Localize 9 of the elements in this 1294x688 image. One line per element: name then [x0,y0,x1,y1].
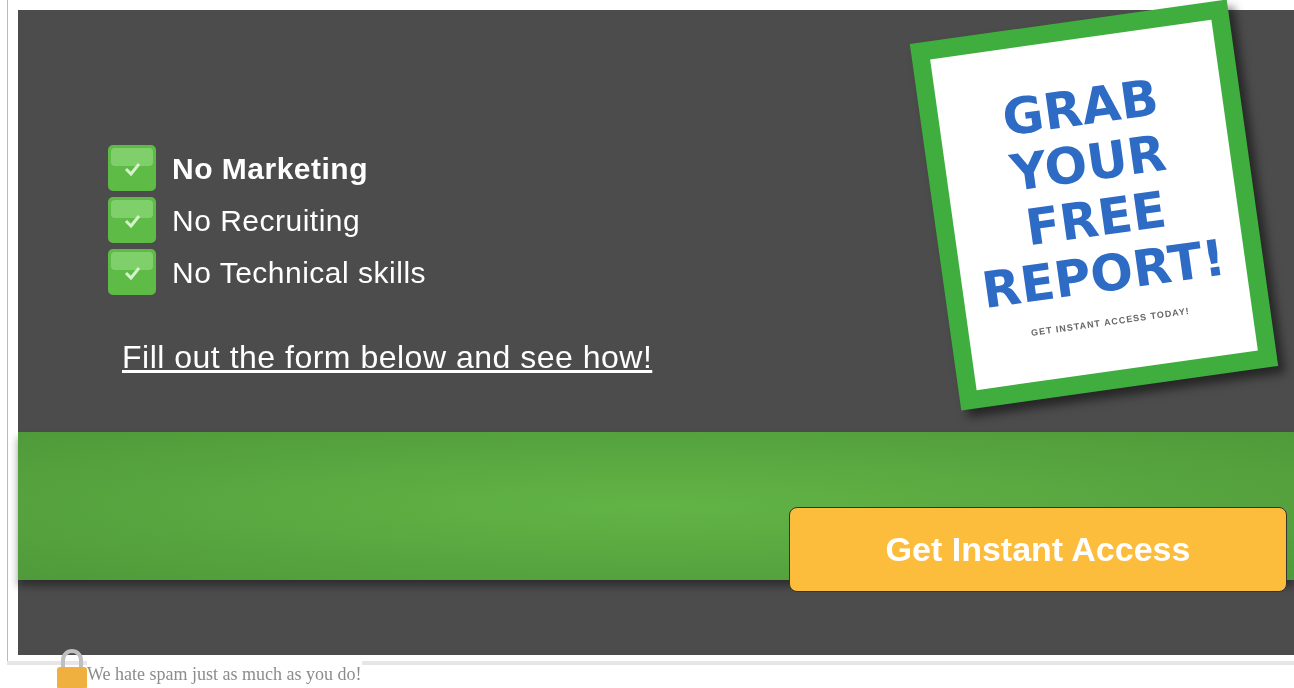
benefit-text: No Marketing [172,150,369,187]
checkmark-icon [108,249,156,295]
form-link[interactable]: Fill out the form below and see how! [122,333,653,381]
checkmark-icon [108,145,156,191]
checkmark-icon [108,197,156,243]
benefit-text: No Recruiting [172,202,361,239]
padlock-icon [55,649,89,688]
report-tagline: GET INSTANT ACCESS TODAY! [1030,306,1191,341]
benefit-text: No Technical skills [172,254,427,291]
